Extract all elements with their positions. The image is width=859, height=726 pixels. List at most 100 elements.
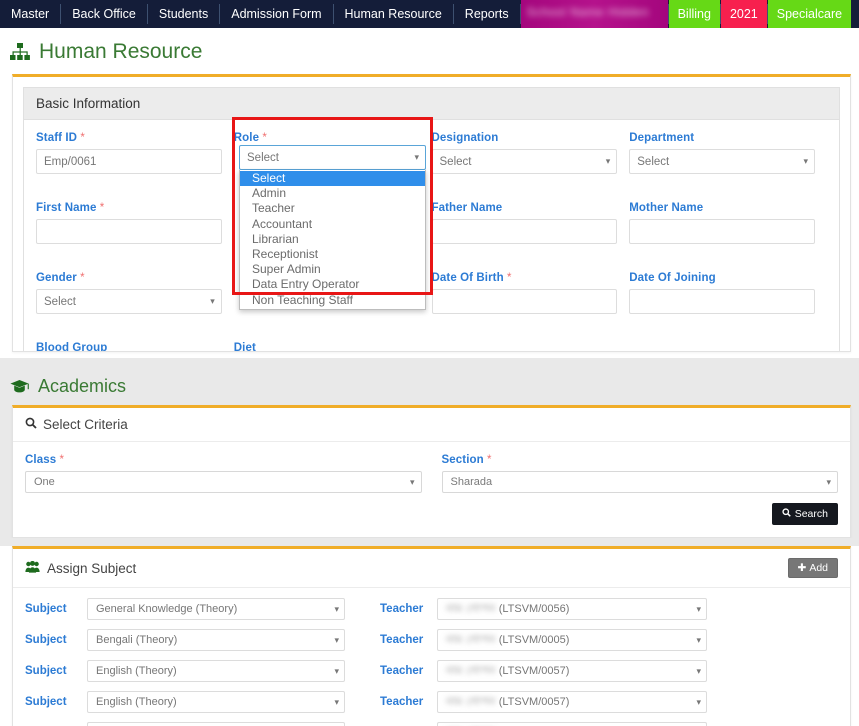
staff-id-value: Emp/0061	[44, 155, 97, 168]
role-option-non-teaching-staff[interactable]: Non Teaching Staff	[240, 293, 425, 308]
field-spacer-a	[432, 342, 630, 351]
section-label: Section *	[441, 454, 492, 466]
blood-group-label: Blood Group	[36, 342, 108, 352]
assign-subject-row: Subject Geography (Theory) ▾ Teacher নাম…	[25, 722, 838, 726]
role-option-librarian[interactable]: Librarian	[240, 232, 425, 247]
role-option-teacher[interactable]: Teacher	[240, 201, 425, 216]
role-select-field[interactable]: Select ▾	[239, 145, 426, 170]
search-button[interactable]: Search	[771, 503, 838, 525]
teacher-label: Teacher	[380, 665, 424, 677]
select-criteria-title: Select Criteria	[43, 417, 128, 432]
nav-item-reports[interactable]: Reports	[454, 0, 520, 28]
chevron-down-icon: ▾	[605, 156, 611, 166]
subject-select[interactable]: General Knowledge (Theory) ▾	[87, 598, 345, 620]
role-options-list[interactable]: Select Admin Teacher Accountant Libraria…	[239, 170, 426, 310]
nav-item-human-resource[interactable]: Human Resource	[334, 0, 453, 28]
role-option-receptionist[interactable]: Receptionist	[240, 247, 425, 262]
select-criteria-body: Class * One ▾ Section * Sharada ▾ Search	[13, 442, 850, 537]
father-name-input[interactable]	[431, 219, 618, 244]
date-of-joining-input[interactable]	[629, 289, 815, 314]
role-option-select[interactable]: Select	[240, 171, 425, 187]
staff-id-input[interactable]: Emp/0061	[36, 149, 222, 174]
required-asterisk: *	[487, 454, 492, 466]
class-label: Class *	[25, 454, 65, 466]
page-title: Human Resource	[0, 28, 859, 74]
field-date-of-birth: Date Of Birth *	[431, 272, 630, 314]
class-select[interactable]: One ▾	[25, 471, 422, 493]
teacher-select[interactable]: নাম গোপন (LTSVM/0057) ▾	[437, 660, 707, 682]
nav-item-specialcare[interactable]: Specialcare	[767, 0, 852, 28]
role-label: Role *	[233, 132, 267, 144]
teacher-select[interactable]: নাম গোপন (LTSVM/0057) ▾	[437, 691, 707, 713]
subject-select[interactable]: English (Theory) ▾	[87, 691, 345, 713]
role-option-super-admin[interactable]: Super Admin	[240, 262, 425, 277]
subject-value: Bengali (Theory)	[96, 634, 178, 646]
subject-value: English (Theory)	[96, 696, 177, 708]
section-gap	[0, 358, 859, 366]
teacher-select[interactable]: নাম গোপন (LTSVM/0056) ▾	[437, 598, 707, 620]
select-criteria-panel: Select Criteria Class * One ▾ Section * …	[12, 405, 851, 538]
assign-subject-row: Subject Bengali (Theory) ▾ Teacher নাম গ…	[25, 629, 838, 651]
teacher-code: (LTSVM/0057)	[498, 664, 570, 677]
teacher-name-redacted: নাম গোপন	[446, 695, 496, 708]
assign-subject-row: Subject English (Theory) ▾ Teacher নাম গ…	[25, 660, 838, 682]
subject-select[interactable]: Geography (Theory) ▾	[87, 722, 345, 726]
designation-value: Select	[439, 155, 472, 168]
date-of-joining-label: Date Of Joining	[629, 272, 716, 284]
form-row-1: Staff ID * Emp/0061 Role * Designation S…	[36, 132, 827, 184]
teacher-name-redacted: নাম গোপন	[446, 664, 496, 677]
teacher-label: Teacher	[380, 696, 424, 708]
section-select[interactable]: Sharada ▾	[441, 471, 838, 493]
org-chart-icon	[10, 43, 30, 61]
field-blood-group: Blood Group Select ▾	[36, 342, 234, 352]
nav-item-school-name-redacted[interactable]: School Name Hidden	[520, 0, 668, 28]
role-option-accountant[interactable]: Accountant	[240, 217, 425, 232]
nav-label: Master	[11, 7, 50, 21]
nav-item-admission-form[interactable]: Admission Form	[220, 0, 332, 28]
first-name-label: First Name *	[36, 202, 105, 214]
designation-select[interactable]: Select ▾	[431, 149, 618, 174]
add-button[interactable]: ✚ Add	[787, 558, 838, 578]
gender-select[interactable]: Select ▾	[36, 289, 222, 314]
required-asterisk: *	[59, 454, 65, 466]
chevron-down-icon: ▾	[334, 603, 339, 614]
first-name-input[interactable]	[36, 219, 222, 244]
department-select[interactable]: Select ▾	[629, 149, 815, 174]
role-dropdown[interactable]: Select ▾ Select Admin Teacher Accountant…	[239, 145, 426, 310]
search-icon	[25, 417, 37, 432]
nav-item-students[interactable]: Students	[148, 0, 219, 28]
field-gender: Gender * Select ▾	[36, 272, 234, 314]
nav-item-billing[interactable]: Billing	[668, 0, 720, 28]
role-option-data-entry-operator[interactable]: Data Entry Operator	[240, 277, 425, 292]
role-option-admin[interactable]: Admin	[240, 186, 425, 201]
mother-name-input[interactable]	[629, 219, 815, 244]
field-class: Class * One ▾	[25, 454, 422, 493]
form-row-3: Gender * Select ▾ Date Of Birth * Date O…	[36, 272, 827, 324]
chevron-down-icon: ▾	[696, 603, 701, 614]
subject-label: Subject	[25, 634, 67, 646]
teacher-select[interactable]: নাম গোপন (LTSVM/0005) ▾	[437, 722, 707, 726]
teacher-select[interactable]: নাম গোপন (LTSVM/0005) ▾	[437, 629, 707, 651]
chevron-down-icon: ▾	[334, 665, 339, 676]
nav-label: Reports	[464, 7, 509, 21]
nav-item-year[interactable]: 2021	[720, 0, 767, 28]
required-asterisk: *	[80, 132, 85, 144]
plus-icon: ✚	[797, 562, 807, 574]
nav-item-back-office[interactable]: Back Office	[61, 0, 147, 28]
nav-label: 2021	[729, 7, 758, 21]
nav-item-master[interactable]: Master	[0, 0, 60, 28]
field-date-of-joining: Date Of Joining	[629, 272, 827, 314]
date-of-birth-input[interactable]	[431, 289, 618, 314]
teacher-code: (LTSVM/0005)	[498, 633, 570, 646]
date-of-birth-label: Date Of Birth *	[431, 272, 512, 284]
assign-subject-panel: Assign Subject ✚ Add Subject General Kno…	[12, 546, 851, 726]
field-staff-id: Staff ID * Emp/0061	[36, 132, 234, 174]
subject-value: General Knowledge (Theory)	[96, 603, 238, 615]
chevron-down-icon: ▾	[696, 634, 701, 645]
nav-label: Back Office	[72, 7, 136, 21]
subject-select[interactable]: English (Theory) ▾	[87, 660, 345, 682]
graduation-cap-icon	[10, 379, 29, 394]
chevron-down-icon: ▾	[696, 665, 701, 676]
subject-select[interactable]: Bengali (Theory) ▾	[87, 629, 345, 651]
subject-label: Subject	[25, 696, 67, 708]
